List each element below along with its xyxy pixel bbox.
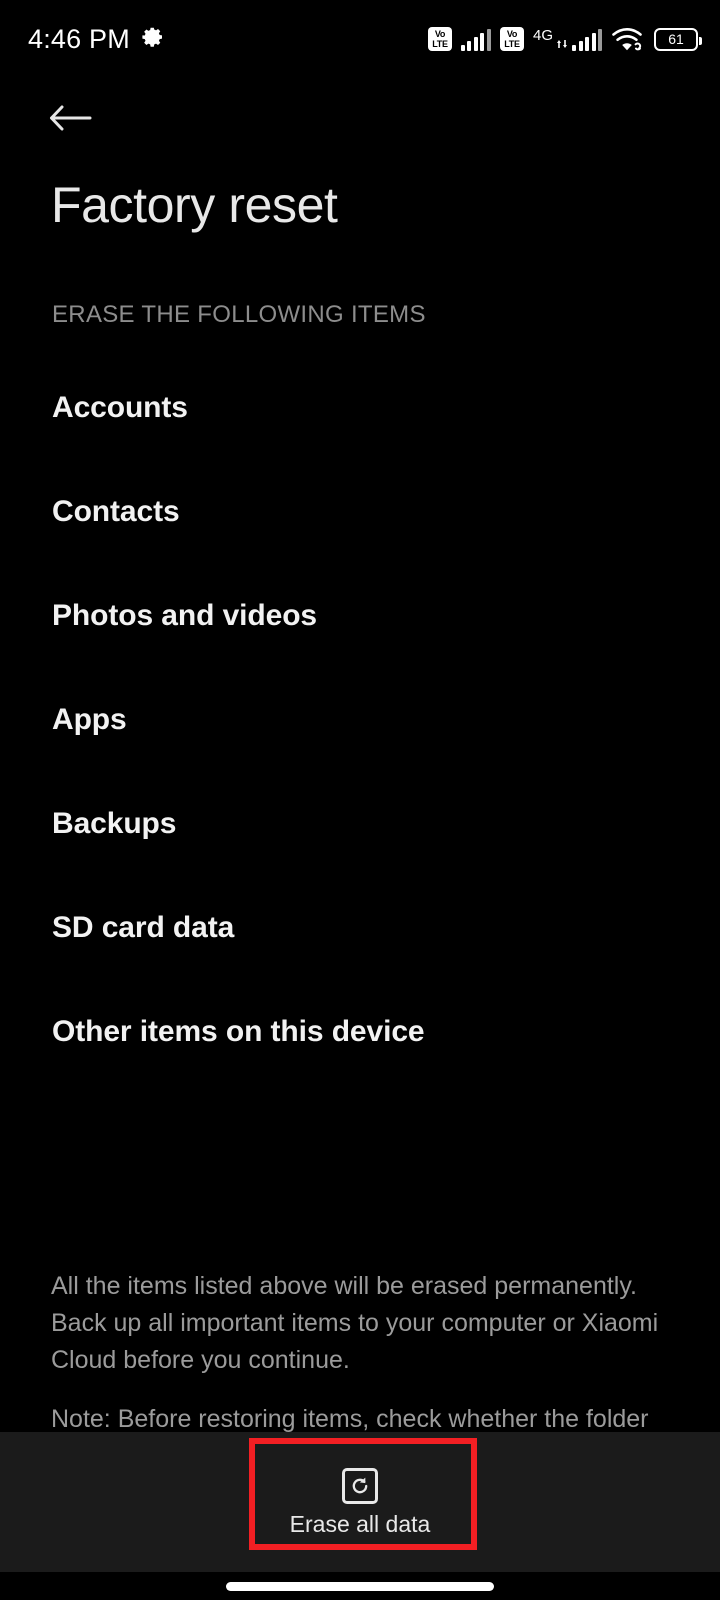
list-item: Other items on this device (0, 980, 720, 1084)
volte-sim2-line1: Vo (506, 29, 518, 39)
home-indicator[interactable] (226, 1581, 494, 1591)
navigation-bar (0, 1572, 720, 1600)
list-item: Apps (0, 668, 720, 772)
volte-sim1-line1: Vo (434, 29, 446, 39)
network-type-label: 4G (532, 27, 553, 44)
list-item: Accounts (0, 356, 720, 460)
list-item-label: Accounts (52, 391, 188, 424)
status-bar-left: 4:46 PM (28, 25, 165, 54)
list-item-label: Other items on this device (52, 1015, 425, 1048)
list-item: Contacts (0, 460, 720, 564)
list-item: Photos and videos (0, 564, 720, 668)
factory-reset-icon (342, 1468, 378, 1504)
back-button[interactable] (40, 92, 102, 148)
volte-sim1-line2: LTE (432, 39, 448, 49)
list-item-label: SD card data (52, 911, 235, 944)
battery-percent-label: 61 (668, 31, 684, 47)
data-transfer-arrows-icon (556, 38, 568, 50)
list-item-label: Photos and videos (52, 599, 318, 632)
section-header-label: ERASE THE FOLLOWING ITEMS (52, 301, 426, 328)
list-item: Backups (0, 772, 720, 876)
volte-sim2-line2: LTE (504, 39, 520, 49)
list-item: SD card data (0, 876, 720, 980)
gear-icon (141, 25, 165, 54)
signal-bars-sim1-icon (460, 27, 491, 51)
erase-all-data-button[interactable]: Erase all data (261, 1456, 459, 1548)
list-item-label: Contacts (52, 495, 180, 528)
mobile-data-group: 4G (533, 27, 602, 51)
status-bar-clock: 4:46 PM (28, 23, 130, 54)
phone-screen: 4:46 PM Vo LTE Vo LTE 4G 61 Factory rese… (0, 0, 720, 1600)
page-title: Factory reset (51, 177, 338, 233)
list-item-label: Backups (52, 807, 177, 840)
wifi-icon (611, 26, 645, 52)
volte-sim1-icon: Vo LTE (427, 27, 452, 51)
erase-items-list: Accounts Contacts Photos and videos Apps… (0, 356, 720, 1084)
erase-all-data-label: Erase all data (289, 1511, 431, 1537)
status-bar-right: Vo LTE Vo LTE 4G 61 (427, 26, 702, 52)
footer-paragraph-1: All the items listed above will be erase… (51, 1272, 659, 1374)
battery-icon: 61 (654, 27, 702, 51)
status-bar: 4:46 PM Vo LTE Vo LTE 4G 61 (0, 0, 720, 78)
bottom-action-bar: Erase all data (0, 1432, 720, 1572)
footer-note: All the items listed above will be erase… (51, 1268, 661, 1438)
list-item-label: Apps (52, 703, 127, 736)
back-arrow-icon (49, 104, 93, 137)
volte-sim2-icon: Vo LTE (499, 27, 524, 51)
signal-bars-sim2-icon (572, 27, 602, 51)
